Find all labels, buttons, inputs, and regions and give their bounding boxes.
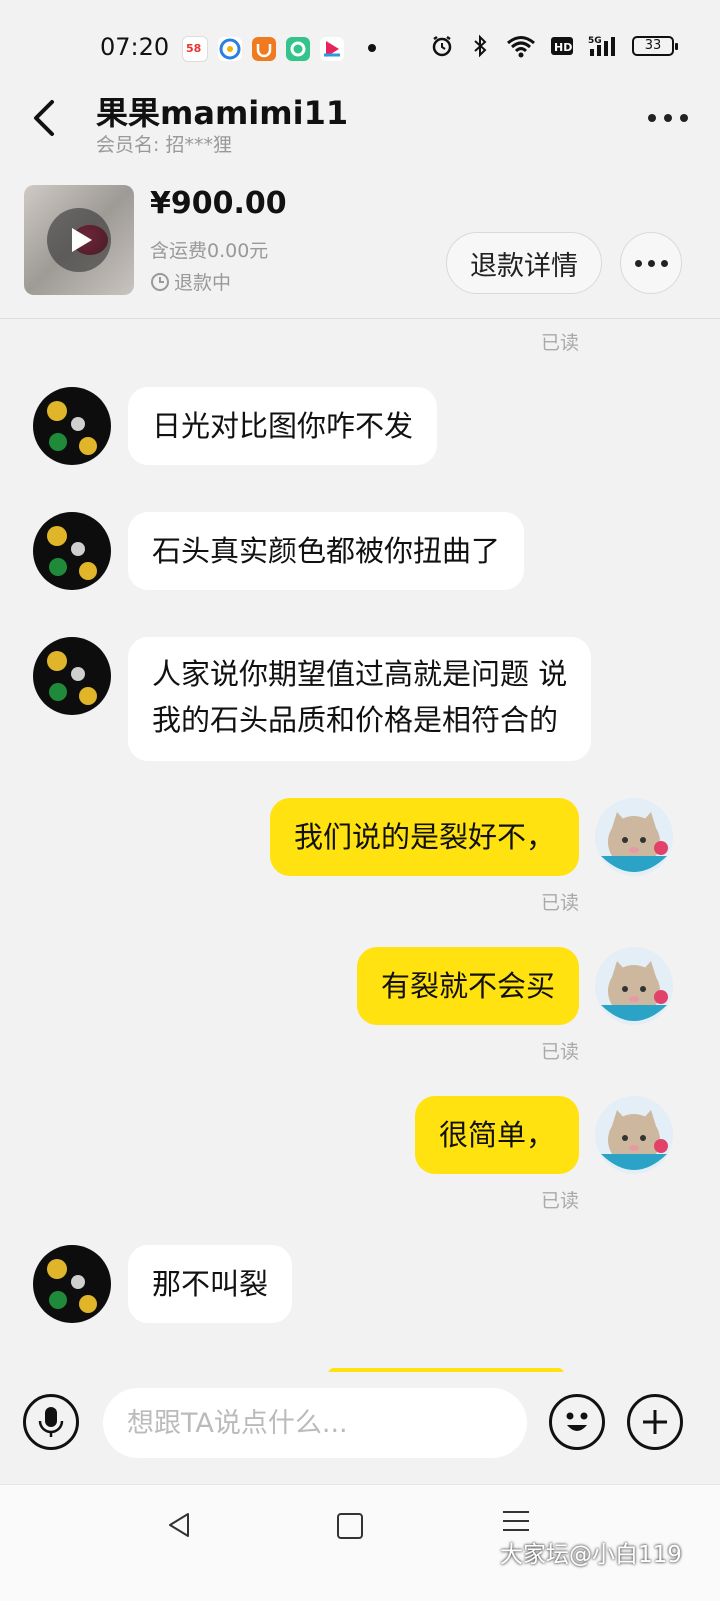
hd-icon: HD xyxy=(550,34,574,58)
dot-icon xyxy=(634,259,642,267)
svg-text:58: 58 xyxy=(186,42,201,55)
dot-icon xyxy=(664,114,672,122)
input-bar xyxy=(0,1372,720,1480)
add-button[interactable] xyxy=(627,1394,683,1450)
message-bubble-incoming[interactable]: 石头真实颜色都被你扭曲了 xyxy=(128,512,525,590)
clock-icon xyxy=(151,272,169,291)
message-input[interactable] xyxy=(103,1388,527,1458)
cat-avatar-icon xyxy=(601,1110,668,1170)
uc-app-icon xyxy=(252,37,276,61)
message-bubble-outgoing[interactable]: 我们说的是裂好不， xyxy=(269,798,579,876)
dot-icon xyxy=(680,114,688,122)
message-line: 人家说你期望值过高就是问题 说 xyxy=(152,657,568,691)
smiley-icon xyxy=(566,1412,588,1431)
triangle-back-icon xyxy=(169,1513,189,1537)
my-avatar[interactable] xyxy=(595,1096,673,1174)
cat-avatar-icon xyxy=(601,812,668,872)
status-app-icons: 58 xyxy=(182,36,344,62)
order-more-button[interactable] xyxy=(620,232,682,294)
read-receipt: 已读 xyxy=(541,892,580,914)
my-avatar[interactable] xyxy=(595,947,673,1025)
order-price: ¥900.00 xyxy=(150,186,287,221)
status-time: 07:20 xyxy=(100,33,170,61)
status-bar: 07:20 58 HD 5G 33 xyxy=(0,0,720,82)
dot-icon xyxy=(660,259,668,267)
alarm-icon xyxy=(430,34,454,58)
bluetooth-icon xyxy=(468,34,492,58)
contact-avatar[interactable] xyxy=(33,387,111,465)
58-app-icon: 58 xyxy=(182,36,208,62)
play-icon xyxy=(47,208,111,272)
browser-app-icon xyxy=(218,37,242,61)
watermark: 大家坛@小白119 xyxy=(500,1542,682,1568)
message-bubble-outgoing[interactable]: 很简单， xyxy=(414,1096,579,1174)
order-card: ¥900.00 含运费0.00元 退款中 退款详情 xyxy=(0,172,720,319)
microphone-icon xyxy=(38,1407,64,1437)
wifi-icon xyxy=(506,34,536,58)
svg-text:HD: HD xyxy=(554,41,572,54)
message-bubble-outgoing[interactable]: 有裂就不会买 xyxy=(356,947,579,1025)
chat-header: 果果mamimi11 会员名: 招***狸 xyxy=(0,82,720,172)
system-status-icons: HD 5G 33 xyxy=(430,34,678,58)
message-bubble-incoming[interactable]: 那不叫裂 xyxy=(128,1245,293,1323)
member-name-line: 会员名: 招***狸 xyxy=(96,130,232,157)
message-line: 我的石头品质和价格是相符合的 xyxy=(152,703,559,737)
product-video-thumbnail[interactable] xyxy=(24,185,134,295)
my-avatar[interactable] xyxy=(595,798,673,876)
cat-avatar-icon xyxy=(601,961,668,1021)
message-bubble-incoming[interactable]: 人家说你期望值过高就是问题 说 我的石头品质和价格是相符合的 xyxy=(128,637,592,761)
nav-home-button[interactable] xyxy=(337,1513,363,1539)
more-options-button[interactable] xyxy=(648,108,692,128)
emoji-button[interactable] xyxy=(549,1394,605,1450)
video-app-icon xyxy=(320,37,344,61)
dot-icon xyxy=(647,259,655,267)
chevron-left-icon xyxy=(34,100,54,136)
contact-avatar[interactable] xyxy=(33,637,111,715)
svg-text:5G: 5G xyxy=(588,36,602,46)
order-status: 退款中 xyxy=(150,268,231,295)
read-receipt: 已读 xyxy=(541,332,580,354)
read-receipt: 已读 xyxy=(541,1190,580,1212)
nav-recents-button[interactable] xyxy=(503,1511,529,1531)
battery-icon: 33 xyxy=(632,36,678,56)
5g-signal-icon: 5G xyxy=(588,34,618,58)
message-bubble-incoming[interactable]: 日光对比图你咋不发 xyxy=(128,387,438,465)
contact-name: 果果mamimi11 xyxy=(96,94,349,132)
shipping-info: 含运费0.00元 xyxy=(150,240,269,262)
dot-icon xyxy=(648,114,656,122)
system-nav-bar: 大家坛@小白119 xyxy=(0,1484,720,1601)
voice-button[interactable] xyxy=(23,1394,79,1450)
member-value: 招***狸 xyxy=(165,134,232,156)
read-receipt: 已读 xyxy=(541,1041,580,1063)
plus-icon xyxy=(643,1410,667,1434)
contact-avatar[interactable] xyxy=(33,1245,111,1323)
back-button[interactable] xyxy=(28,96,68,140)
contact-avatar[interactable] xyxy=(33,512,111,590)
order-status-text: 退款中 xyxy=(174,272,232,294)
refund-details-button[interactable]: 退款详情 xyxy=(446,232,602,294)
notification-dot xyxy=(368,44,376,52)
member-label: 会员名: xyxy=(96,134,160,156)
green-app-icon xyxy=(286,37,310,61)
nav-back-button[interactable] xyxy=(164,1509,196,1541)
